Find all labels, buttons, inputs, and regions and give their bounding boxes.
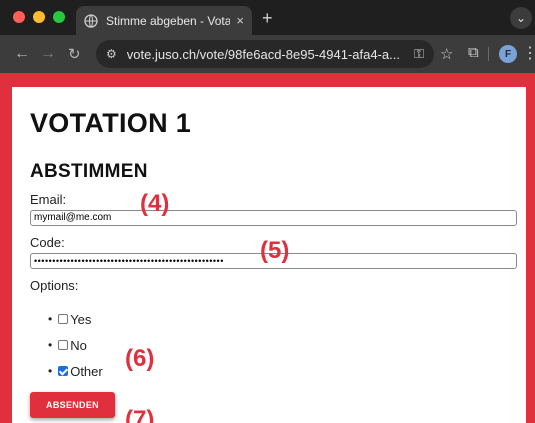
- code-label: Code:: [30, 235, 65, 250]
- option-yes[interactable]: • Yes: [48, 306, 103, 332]
- checkbox-no[interactable]: [58, 340, 69, 350]
- chevron-down-icon[interactable]: ⌄: [510, 7, 532, 29]
- list-bullet: •: [48, 312, 53, 326]
- option-label-other: Other: [70, 363, 103, 379]
- option-no[interactable]: • No: [48, 332, 103, 358]
- options-label: Options:: [30, 278, 79, 293]
- options-list: • Yes • No • Other: [48, 306, 103, 384]
- avatar[interactable]: F: [499, 45, 517, 63]
- url-text[interactable]: vote.juso.ch/vote/98fe6acd-8e95-4941-afa…: [127, 47, 408, 62]
- tab-title: Stimme abgeben - Votation 1: [106, 13, 231, 28]
- maximize-window-button[interactable]: [53, 11, 65, 23]
- browser-toolbar: ← → ↻ ⚙ vote.juso.ch/vote/98fe6acd-8e95-…: [0, 35, 535, 73]
- option-other[interactable]: • Other: [48, 358, 103, 384]
- annotation-4: (4): [140, 190, 170, 217]
- email-label: Email:: [30, 192, 67, 207]
- back-icon[interactable]: ←: [14, 45, 30, 63]
- annotation-6: (6): [125, 345, 155, 372]
- extensions-icon[interactable]: ⧉: [468, 44, 479, 61]
- list-bullet: •: [48, 364, 53, 378]
- new-tab-button[interactable]: +: [262, 8, 273, 29]
- page-title: VOTATION 1: [30, 108, 192, 138]
- browser-tab-bar: Stimme abgeben - Votation 1 × + ⌄: [0, 0, 535, 35]
- checkbox-yes[interactable]: [58, 314, 69, 324]
- tab-favicon-icon: [84, 13, 98, 28]
- browser-tab[interactable]: Stimme abgeben - Votation 1 ×: [76, 6, 252, 35]
- close-window-button[interactable]: [13, 11, 25, 23]
- address-bar[interactable]: ⚙ vote.juso.ch/vote/98fe6acd-8e95-4941-a…: [96, 40, 434, 68]
- minimize-window-button[interactable]: [33, 11, 45, 23]
- annotation-7: (7): [125, 406, 155, 423]
- star-icon[interactable]: ☆: [440, 45, 453, 63]
- key-icon[interactable]: ⚿: [414, 46, 424, 62]
- section-title: ABSTIMMEN: [30, 161, 148, 182]
- option-label-yes: Yes: [70, 311, 92, 327]
- toolbar-divider: [488, 47, 489, 61]
- menu-icon[interactable]: ⋮: [522, 43, 535, 63]
- checkbox-other[interactable]: [58, 366, 69, 376]
- list-bullet: •: [48, 338, 53, 352]
- reload-icon[interactable]: ↻: [68, 45, 81, 63]
- submit-button[interactable]: ABSENDEN: [30, 392, 115, 418]
- option-label-no: No: [70, 337, 87, 353]
- tab-close-button[interactable]: ×: [236, 13, 244, 28]
- forward-icon[interactable]: →: [40, 45, 56, 63]
- email-field[interactable]: mymail@me.com: [30, 210, 517, 226]
- site-info-icon[interactable]: ⚙: [106, 47, 117, 61]
- annotation-5: (5): [260, 237, 290, 264]
